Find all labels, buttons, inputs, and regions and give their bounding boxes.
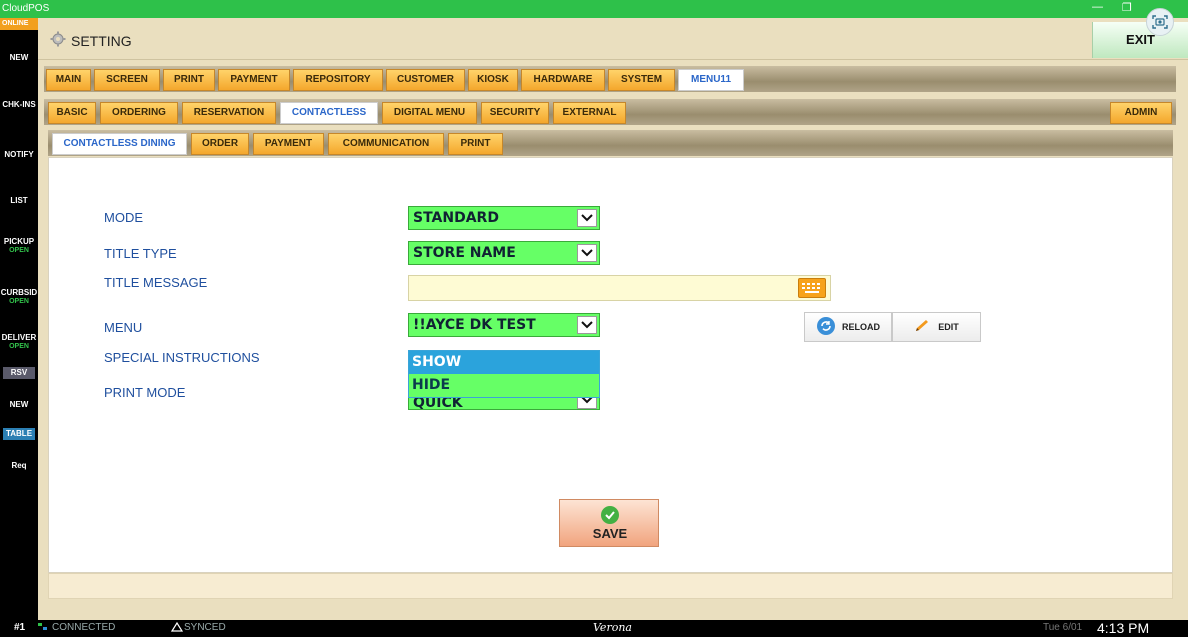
sidebar-item-req[interactable]: Req [0, 461, 38, 470]
connected-icon [38, 622, 48, 635]
status-bar: #1 CONNECTED SYNCED Verona Tue 6/01 4:13… [0, 620, 1188, 637]
chevron-down-icon [577, 209, 597, 227]
title-type-label: TITLE TYPE [104, 246, 177, 261]
tab-admin[interactable]: ADMIN [1110, 102, 1172, 124]
tab-print[interactable]: PRINT [163, 69, 215, 91]
menu-select[interactable]: !!AYCE DK TEST [408, 313, 600, 337]
tab-external[interactable]: EXTERNAL [553, 102, 626, 124]
pencil-icon [914, 319, 932, 335]
tab-contactless[interactable]: CONTACTLESS [280, 102, 378, 124]
exit-button[interactable]: EXIT [1092, 22, 1188, 58]
sidebar-item-pickup[interactable]: PICKUP OPEN [0, 237, 38, 255]
title-bar: CloudPOS — ❐ [0, 0, 1188, 18]
tab-digital-menu[interactable]: DIGITAL MENU [382, 102, 477, 124]
store-name: Verona [593, 621, 632, 634]
status-date: Tue 6/01 [1043, 622, 1083, 633]
page-title: SETTING [71, 33, 132, 49]
edit-button[interactable]: EDIT [892, 312, 981, 342]
online-badge: ONLINE [0, 18, 38, 30]
tab-menu11[interactable]: MENU11 [678, 69, 744, 91]
restore-button[interactable]: ❐ [1122, 1, 1132, 14]
gear-icon [50, 31, 66, 52]
save-button[interactable]: SAVE [559, 499, 659, 547]
tab-section-print[interactable]: PRINT [448, 133, 503, 155]
tab-communication[interactable]: COMMUNICATION [328, 133, 444, 155]
page-header: SETTING EXIT [38, 18, 1188, 60]
sidebar-item-chk-ins[interactable]: CHK-INS [0, 100, 38, 109]
connected-status: CONNECTED [52, 622, 116, 633]
sidebar-item-new[interactable]: NEW [0, 53, 38, 62]
panel-footer [48, 573, 1173, 599]
sidebar-item-notify[interactable]: NOTIFY [0, 150, 38, 159]
tab-main[interactable]: MAIN [46, 69, 91, 91]
sidebar-item-new-rsv[interactable]: NEW [0, 400, 38, 409]
synced-icon [170, 621, 184, 635]
sidebar-table-chip[interactable]: TABLE [3, 428, 35, 440]
special-instructions-label: SPECIAL INSTRUCTIONS [104, 350, 260, 365]
tab-section-payment[interactable]: PAYMENT [253, 133, 324, 155]
reload-icon [816, 316, 836, 338]
check-circle-icon [601, 506, 619, 524]
minimize-button[interactable]: — [1092, 1, 1103, 13]
special-instructions-dropdown: SHOW HIDE [408, 350, 600, 398]
main-tab-bar: MAIN SCREEN PRINT PAYMENT REPOSITORY CUS… [44, 66, 1176, 92]
terminal-id: #1 [14, 622, 26, 633]
sub-tab-bar: BASIC ORDERING RESERVATION CONTACTLESS D… [44, 99, 1176, 125]
chevron-down-icon [577, 316, 597, 334]
sidebar-item-list[interactable]: LIST [0, 196, 38, 205]
sidebar-item-curbside[interactable]: CURBSID OPEN [0, 288, 38, 306]
sidebar-rsv-chip[interactable]: RSV [3, 367, 35, 379]
title-message-input[interactable] [408, 275, 831, 301]
tab-basic[interactable]: BASIC [48, 102, 96, 124]
tab-kiosk[interactable]: KIOSK [468, 69, 518, 91]
tab-hardware[interactable]: HARDWARE [521, 69, 605, 91]
dropdown-option-hide[interactable]: HIDE [409, 374, 599, 397]
section-tab-bar: CONTACTLESS DINING ORDER PAYMENT COMMUNI… [48, 130, 1173, 156]
synced-status: SYNCED [184, 622, 226, 633]
tab-contactless-dining[interactable]: CONTACTLESS DINING [52, 133, 187, 155]
tab-security[interactable]: SECURITY [481, 102, 549, 124]
tab-ordering[interactable]: ORDERING [100, 102, 178, 124]
reload-button[interactable]: RELOAD [804, 312, 892, 342]
tab-order[interactable]: ORDER [191, 133, 249, 155]
chevron-down-icon [577, 244, 597, 262]
title-type-select[interactable]: STORE NAME [408, 241, 600, 265]
mode-label: MODE [104, 210, 143, 225]
dropdown-option-show[interactable]: SHOW [409, 351, 599, 374]
tab-system[interactable]: SYSTEM [608, 69, 675, 91]
sidebar-item-delivery[interactable]: DELIVER OPEN [0, 333, 38, 351]
keyboard-icon[interactable] [798, 278, 826, 298]
menu-label: MENU [104, 320, 143, 335]
app-title: CloudPOS [2, 3, 50, 14]
mode-select[interactable]: STANDARD [408, 206, 600, 230]
tab-payment[interactable]: PAYMENT [218, 69, 290, 91]
tab-customer[interactable]: CUSTOMER [386, 69, 465, 91]
left-sidebar: ONLINE NEW CHK-INS NOTIFY LIST PICKUP OPE… [0, 18, 38, 620]
screenshot-camera-icon[interactable] [1146, 8, 1174, 36]
title-message-label: TITLE MESSAGE [104, 275, 208, 290]
tab-repository[interactable]: REPOSITORY [293, 69, 383, 91]
tab-screen[interactable]: SCREEN [94, 69, 160, 91]
status-time: 4:13 PM [1097, 620, 1150, 636]
print-mode-label: PRINT MODE [104, 385, 186, 400]
tab-reservation[interactable]: RESERVATION [182, 102, 276, 124]
